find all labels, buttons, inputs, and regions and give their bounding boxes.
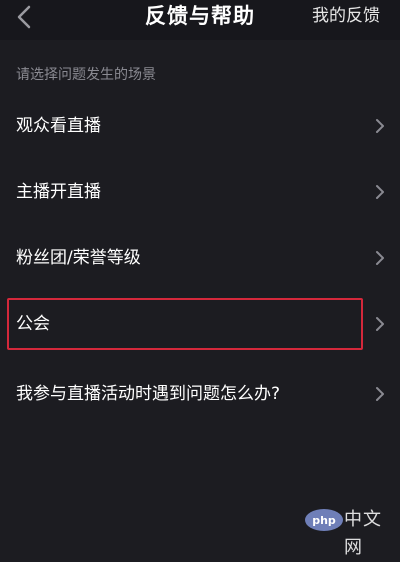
top-bar: 反馈与帮助 我的反馈 — [0, 0, 400, 40]
chevron-right-icon — [376, 251, 384, 265]
menu-item-live-event-issue[interactable]: 我参与直播活动时遇到问题怎么办? — [0, 366, 400, 422]
watermark-text: 中文网 — [344, 509, 382, 558]
chevron-right-icon — [376, 119, 384, 133]
menu-item-label: 观众看直播 — [16, 116, 101, 136]
menu-item-label: 我参与直播活动时遇到问题怎么办? — [16, 384, 281, 404]
chevron-right-icon — [376, 317, 384, 331]
menu-item-label: 粉丝团/荣誉等级 — [16, 248, 141, 268]
menu-item-label: 主播开直播 — [16, 182, 101, 202]
watermark: php 中文网 — [304, 506, 396, 558]
menu-item-fan-club[interactable]: 粉丝团/荣誉等级 — [0, 230, 400, 286]
php-logo-icon: php — [305, 509, 343, 531]
menu-item-viewer-live[interactable]: 观众看直播 — [0, 98, 400, 154]
section-label: 请选择问题发生的场景 — [16, 67, 156, 83]
chevron-right-icon — [376, 387, 384, 401]
highlight-box — [7, 298, 363, 350]
watermark-logo-text: php — [312, 514, 336, 527]
my-feedback-link[interactable]: 我的反馈 — [312, 0, 380, 32]
menu-item-host-live[interactable]: 主播开直播 — [0, 164, 400, 220]
chevron-right-icon — [376, 185, 384, 199]
